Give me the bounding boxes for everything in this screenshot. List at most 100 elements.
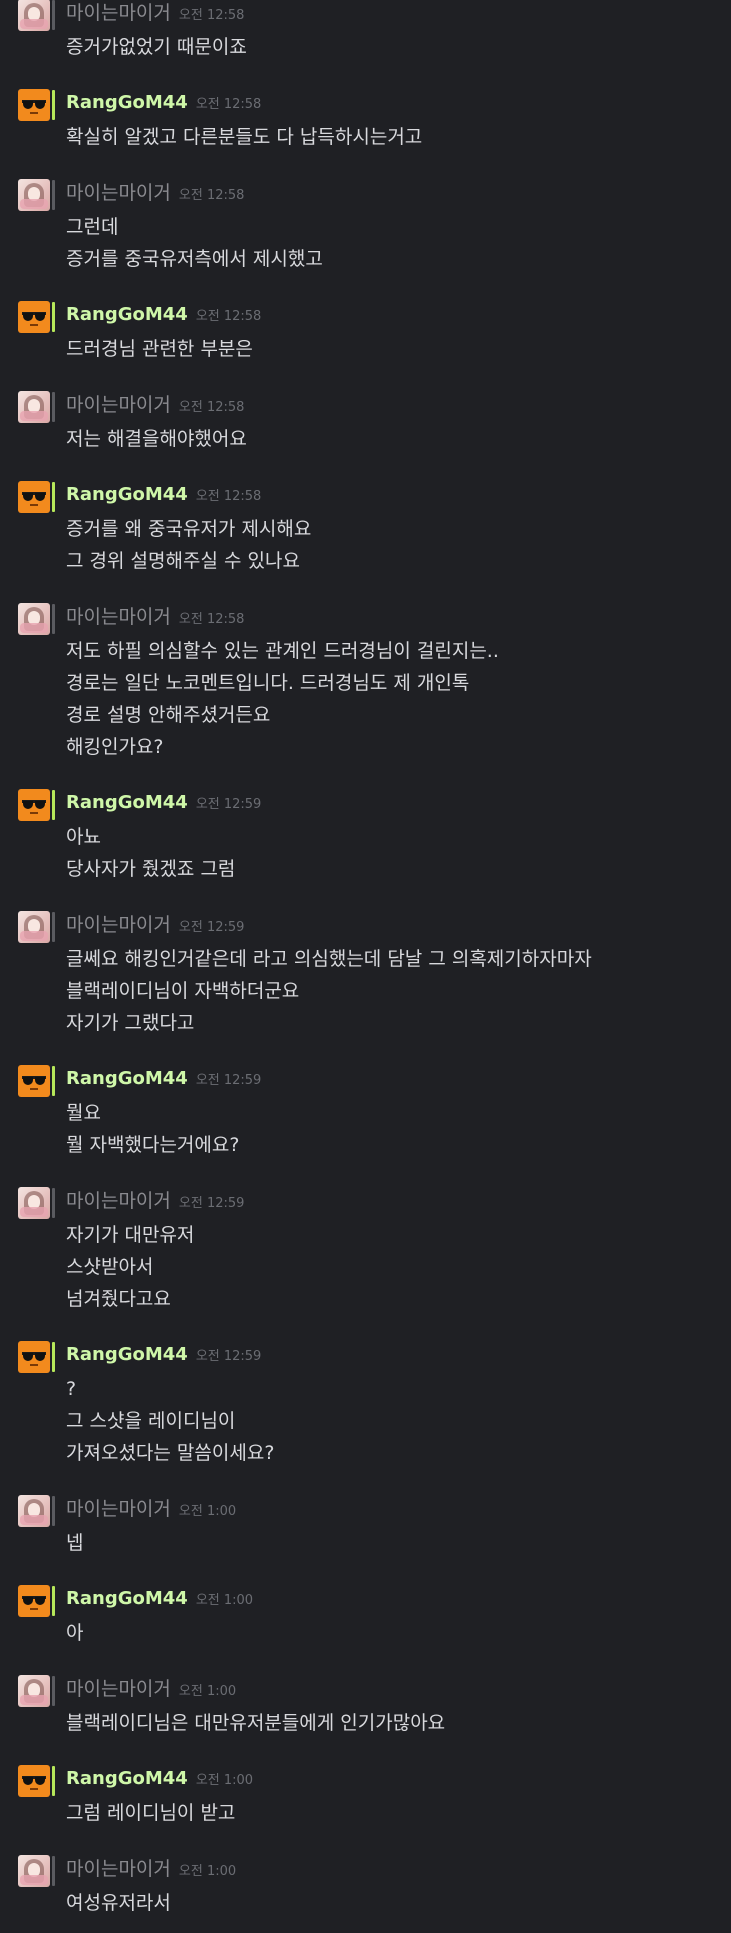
timestamp: 오전 12:58 <box>195 309 262 324</box>
message-body: 아 <box>66 1617 726 1649</box>
message-header: RangGoM44 오전 12:59 <box>66 1344 261 1368</box>
username[interactable]: 마이는마이거 <box>66 1498 171 1520</box>
message-header: RangGoM44 오전 12:59 <box>66 1068 261 1092</box>
message-line: 경로는 일단 노코멘트입니다. 드러경님도 제 개인톡 <box>66 672 470 694</box>
avatar-decoration-bar <box>52 1856 55 1886</box>
username[interactable]: RangGoM44 <box>66 484 188 505</box>
avatar-decoration-bar <box>52 790 55 820</box>
message-line: 아뇨 <box>66 826 101 848</box>
message-header: RangGoM44 오전 1:00 <box>66 1768 253 1792</box>
avatar-decoration-bar <box>52 392 55 422</box>
message-line: 자기가 그랬다고 <box>66 1012 195 1034</box>
timestamp: 오전 1:00 <box>178 1864 237 1879</box>
username[interactable]: 마이는마이거 <box>66 1190 171 1212</box>
avatar-decoration-bar <box>52 1766 55 1796</box>
username[interactable]: 마이는마이거 <box>66 1678 171 1700</box>
username[interactable]: 마이는마이거 <box>66 2 171 24</box>
message-line: 넵 <box>66 1532 84 1554</box>
sunglasses-avatar[interactable] <box>18 89 50 121</box>
timestamp: 오전 1:00 <box>178 1504 237 1519</box>
message-line: 뭘요 <box>66 1102 101 1124</box>
username[interactable]: RangGoM44 <box>66 1588 188 1609</box>
timestamp: 오전 12:58 <box>195 489 262 504</box>
message-line: 넘겨줬다고요 <box>66 1288 171 1310</box>
sunglasses-avatar[interactable] <box>18 1765 50 1797</box>
message-body: 넵 <box>66 1527 726 1559</box>
message-line: 증거가없었기 때문이죠 <box>66 36 247 58</box>
message-header: 마이는마이거 오전 12:58 <box>66 182 244 206</box>
message-body: 저는 해결을해야했어요 <box>66 423 726 455</box>
username[interactable]: RangGoM44 <box>66 792 188 813</box>
avatar-decoration-bar <box>52 0 55 30</box>
message-body: 드러경님 관련한 부분은 <box>66 333 726 365</box>
girl-photo-avatar[interactable] <box>18 391 50 423</box>
timestamp: 오전 12:59 <box>195 797 262 812</box>
sunglasses-avatar[interactable] <box>18 301 50 333</box>
message-line: ? <box>66 1378 77 1400</box>
message-line: 그 경위 설명해주실 수 있나요 <box>66 550 300 572</box>
message-line: 여성유저라서 <box>66 1892 171 1914</box>
username[interactable]: 마이는마이거 <box>66 914 171 936</box>
message-body: 증거를 왜 중국유저가 제시해요그 경위 설명해주실 수 있나요 <box>66 513 726 577</box>
message-line: 해킹인가요? <box>66 736 164 758</box>
username[interactable]: RangGoM44 <box>66 1068 188 1089</box>
girl-photo-avatar[interactable] <box>18 1855 50 1887</box>
girl-photo-avatar[interactable] <box>18 1495 50 1527</box>
username[interactable]: 마이는마이거 <box>66 1858 171 1880</box>
avatar-decoration-bar <box>52 912 55 942</box>
sunglasses-avatar[interactable] <box>18 1585 50 1617</box>
message-line: 블랙레이디님은 대만유저분들에게 인기가많아요 <box>66 1712 446 1734</box>
message-line: 스샷받아서 <box>66 1256 154 1278</box>
message-body: 그럼 레이디님이 받고 <box>66 1797 726 1829</box>
avatar-decoration-bar <box>52 90 55 120</box>
message-body: 그런데 증거를 중국유저측에서 제시했고 <box>66 211 726 275</box>
avatar-decoration-bar <box>52 1586 55 1616</box>
avatar-decoration-bar <box>52 180 55 210</box>
message-body: 블랙레이디님은 대만유저분들에게 인기가많아요 <box>66 1707 726 1739</box>
girl-photo-avatar[interactable] <box>18 179 50 211</box>
message-line: 경로 설명 안해주셨거든요 <box>66 704 271 726</box>
message-header: 마이는마이거 오전 1:00 <box>66 1858 236 1882</box>
message-body: 아뇨당사자가 줬겠죠 그럼 <box>66 821 726 885</box>
username[interactable]: RangGoM44 <box>66 1344 188 1365</box>
sunglasses-avatar[interactable] <box>18 1341 50 1373</box>
message-line: 증거를 왜 중국유저가 제시해요 <box>66 518 312 540</box>
sunglasses-avatar[interactable] <box>18 789 50 821</box>
timestamp: 오전 1:00 <box>178 1684 237 1699</box>
girl-photo-avatar[interactable] <box>18 1187 50 1219</box>
girl-photo-avatar[interactable] <box>18 911 50 943</box>
sunglasses-avatar[interactable] <box>18 1065 50 1097</box>
avatar-decoration-bar <box>52 482 55 512</box>
username[interactable]: RangGoM44 <box>66 304 188 325</box>
username[interactable]: 마이는마이거 <box>66 182 171 204</box>
message-body: 증거가없었기 때문이죠 <box>66 31 726 63</box>
timestamp: 오전 1:00 <box>195 1773 254 1788</box>
message-body: 저도 하필 의심할수 있는 관계인 드러경님이 걸린지는.. 경로는 일단 노코멘… <box>66 635 726 763</box>
message-line: 블랙레이디님이 자백하더군요 <box>66 980 300 1002</box>
message-header: RangGoM44 오전 12:58 <box>66 304 261 328</box>
timestamp: 오전 12:58 <box>178 8 245 23</box>
girl-photo-avatar[interactable] <box>18 603 50 635</box>
timestamp: 오전 12:58 <box>178 612 245 627</box>
username[interactable]: 마이는마이거 <box>66 606 171 628</box>
username[interactable]: 마이는마이거 <box>66 394 171 416</box>
message-line: 글쎄요 해킹인거같은데 라고 의심했는데 담날 그 의혹제기하자마자 <box>66 948 592 970</box>
message-line: 당사자가 줬겠죠 그럼 <box>66 858 236 880</box>
girl-photo-avatar[interactable] <box>18 1675 50 1707</box>
username[interactable]: RangGoM44 <box>66 1768 188 1789</box>
username[interactable]: RangGoM44 <box>66 92 188 113</box>
avatar-decoration-bar <box>52 1676 55 1706</box>
avatar-decoration-bar <box>52 1496 55 1526</box>
message-header: RangGoM44 오전 1:00 <box>66 1588 253 1612</box>
sunglasses-avatar[interactable] <box>18 481 50 513</box>
avatar-decoration-bar <box>52 1342 55 1372</box>
avatar-decoration-bar <box>52 302 55 332</box>
message-header: RangGoM44 오전 12:58 <box>66 484 261 508</box>
avatar-decoration-bar <box>52 1188 55 1218</box>
girl-photo-avatar[interactable] <box>18 0 50 31</box>
message-line: 그럼 레이디님이 받고 <box>66 1802 236 1824</box>
message-line: 증거를 중국유저측에서 제시했고 <box>66 248 323 270</box>
message-header: 마이는마이거 오전 12:58 <box>66 606 244 630</box>
message-header: 마이는마이거 오전 12:59 <box>66 914 244 938</box>
message-line: 뭘 자백했다는거에요? <box>66 1134 240 1156</box>
